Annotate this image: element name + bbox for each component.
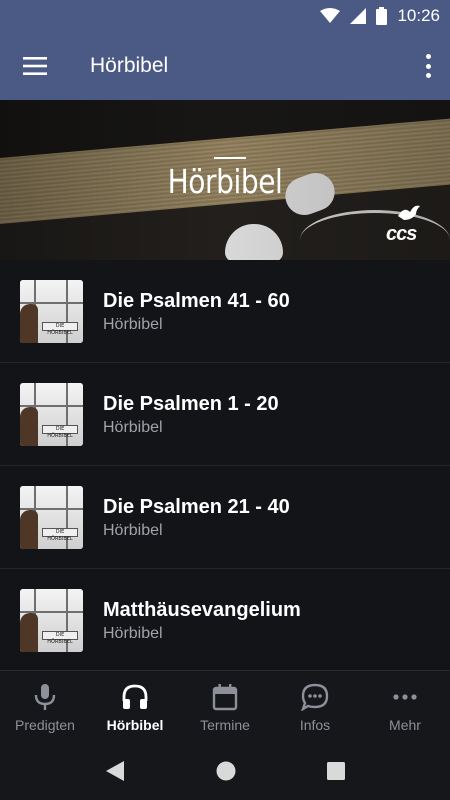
app-bar-title: Hörbibel <box>90 54 169 77</box>
thumbnail-label: DIE HÖRBIBEL <box>42 527 78 542</box>
album-thumbnail: DIE HÖRBIBEL <box>20 485 83 549</box>
microphone-icon <box>34 684 56 710</box>
list-item-subtitle: Hörbibel <box>103 624 163 642</box>
clock: 10:26 <box>397 6 440 25</box>
tab-label: Infos <box>299 717 331 733</box>
heading-divider <box>214 157 246 159</box>
logo-text: ccs <box>386 223 417 245</box>
list-item-subtitle: Hörbibel <box>103 521 163 539</box>
ccs-logo: ccs <box>386 204 434 246</box>
list-item[interactable]: DIE HÖRBIBEL Die Psalmen 1 - 20 Hörbibel <box>0 363 450 466</box>
tab-hoerbibel[interactable]: Hörbibel <box>90 671 180 742</box>
hero-title: Hörbibel <box>167 162 283 201</box>
calendar-icon <box>212 684 238 711</box>
album-thumbnail: DIE HÖRBIBEL <box>20 588 83 652</box>
wifi-icon <box>320 8 341 23</box>
more-horizontal-icon <box>393 694 417 700</box>
chat-bubble-icon <box>301 683 329 711</box>
tab-label: Termine <box>200 717 250 733</box>
list-item[interactable]: DIE HÖRBIBEL Die Psalmen 41 - 60 Hörbibe… <box>0 260 450 363</box>
album-thumbnail: DIE HÖRBIBEL <box>20 382 83 446</box>
thumbnail-label: DIE HÖRBIBEL <box>42 321 78 336</box>
overflow-menu-button[interactable] <box>420 50 436 82</box>
back-icon[interactable] <box>104 760 126 782</box>
hero-banner: Hörbibel ccs <box>0 100 450 260</box>
system-navigation-bar <box>0 742 450 800</box>
tab-predigten[interactable]: Predigten <box>0 671 90 742</box>
recents-icon[interactable] <box>326 761 346 781</box>
cellular-signal-icon <box>350 8 367 24</box>
bottom-tab-bar: Predigten Hörbibel Termine Infos Mehr <box>0 670 450 742</box>
thumbnail-label: DIE HÖRBIBEL <box>42 424 78 439</box>
list-item-title: Matthäusevangelium <box>103 598 301 621</box>
list-item-subtitle: Hörbibel <box>103 315 163 333</box>
tab-label: Predigten <box>15 717 75 733</box>
list-item-title: Die Psalmen 41 - 60 <box>103 289 290 312</box>
tab-infos[interactable]: Infos <box>270 671 360 742</box>
battery-icon <box>376 7 388 25</box>
list-item[interactable]: DIE HÖRBIBEL Matthäusevangelium Hörbibel <box>0 569 450 672</box>
home-icon[interactable] <box>215 760 237 782</box>
list-item-title: Die Psalmen 1 - 20 <box>103 392 279 415</box>
headphones-icon <box>122 684 148 709</box>
tab-label: Hörbibel <box>106 717 164 733</box>
audio-list: DIE HÖRBIBEL Die Psalmen 41 - 60 Hörbibe… <box>0 260 450 672</box>
hamburger-menu-icon <box>23 57 47 75</box>
list-item-subtitle: Hörbibel <box>103 418 163 436</box>
album-thumbnail: DIE HÖRBIBEL <box>20 279 83 343</box>
dove-icon <box>398 205 420 220</box>
menu-button[interactable] <box>0 32 70 100</box>
status-bar: 10:26 <box>0 0 450 32</box>
app-bar: Hörbibel <box>0 32 450 100</box>
tab-label: Mehr <box>389 717 421 733</box>
tab-mehr[interactable]: Mehr <box>360 671 450 742</box>
list-item-title: Die Psalmen 21 - 40 <box>103 495 290 518</box>
more-vertical-icon <box>425 54 431 59</box>
thumbnail-label: DIE HÖRBIBEL <box>42 630 78 645</box>
tab-termine[interactable]: Termine <box>180 671 270 742</box>
list-item[interactable]: DIE HÖRBIBEL Die Psalmen 21 - 40 Hörbibe… <box>0 466 450 569</box>
